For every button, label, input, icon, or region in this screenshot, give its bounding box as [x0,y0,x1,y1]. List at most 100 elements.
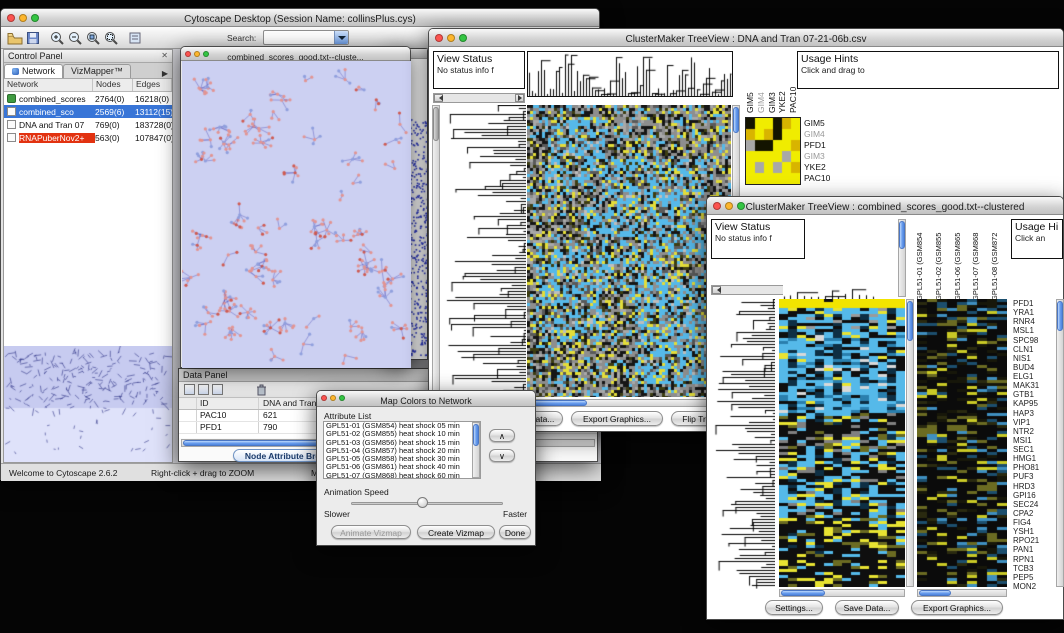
gene-label: GTB1 [1013,390,1055,399]
maximize-icon[interactable] [737,202,745,210]
selected-horizontal-scrollbar[interactable] [917,589,1007,597]
column-edges[interactable]: Edges [133,79,172,91]
view-status-panel: View Status No status info f [711,219,805,259]
network-canvas-area[interactable] [182,61,411,368]
column-dendrogram[interactable] [783,283,879,299]
view-status-text: No status info f [437,65,521,75]
column-dendrogram[interactable] [527,51,733,97]
gene-label: NIS1 [1013,354,1055,363]
subarray-row-label: PAC10 [804,173,830,184]
export-graphics-button[interactable]: Export Graphics... [911,600,1003,615]
gene-list-scrollbar[interactable] [1056,299,1064,587]
heatmap-horizontal-scrollbar[interactable] [779,589,905,597]
selected-heatmap-canvas[interactable] [917,299,1007,587]
id-column-header[interactable]: ID [197,398,259,409]
heatmap-horizontal-scrollbar[interactable] [527,399,731,407]
array-column-label: GPL51-06 (GSM865 [953,217,972,301]
close-icon[interactable] [713,202,721,210]
attribute-listbox[interactable]: GPL51-01 (GSM854) heat shock 05 minGPL51… [323,421,481,479]
slider-thumb[interactable] [417,497,428,508]
open-session-icon[interactable] [6,29,24,47]
attribute-matrix-icon[interactable] [212,384,223,395]
close-icon[interactable] [185,51,191,57]
gene-label: MON2 [1013,582,1055,591]
done-button[interactable]: Done [499,525,531,539]
tab-overflow-icon[interactable]: ▶ [158,69,172,78]
network-icon [7,107,16,116]
gene-label: GPI16 [1013,491,1055,500]
gene-label: PUF3 [1013,472,1055,481]
zoom-fit-icon[interactable] [102,29,120,47]
network-view-window[interactable]: combined_scores_good.txt--cluste... [180,46,411,368]
row-dendrogram-scrollbar[interactable] [432,105,440,397]
create-vizmap-button[interactable]: Create Vizmap [417,525,495,539]
select-attributes-icon[interactable] [184,384,195,395]
maximize-icon[interactable] [459,34,467,42]
attribute-list-item[interactable]: GPL51-07 (GSM868) heat shock 60 min [324,472,472,479]
network-list: combined_scores2764(0)16218(0)combined_s… [4,92,172,144]
settings-button[interactable]: Settings... [765,600,823,615]
gene-label: YRA1 [1013,308,1055,317]
maximize-icon[interactable] [203,51,209,57]
treeview-combined-titlebar[interactable]: ClusterMaker TreeView : combined_scores_… [707,197,1063,215]
dialog-titlebar[interactable]: Map Colors to Network [317,391,535,407]
close-icon[interactable] [435,34,443,42]
scroll-left-icon[interactable] [434,94,443,102]
scroll-left-icon[interactable] [712,286,721,294]
panel-close-icon[interactable]: ✕ [161,51,168,60]
minimize-icon[interactable] [194,51,200,57]
scroll-right-icon[interactable] [515,94,524,102]
array-column-label: GPL51-02 (GSM855 [934,217,953,301]
minimize-icon[interactable] [725,202,733,210]
top-vertical-scrollbar[interactable] [898,219,906,297]
close-icon[interactable] [321,395,327,401]
move-up-button[interactable]: ∧ [489,429,515,442]
combo-dropdown-icon[interactable] [334,31,348,44]
heatmap-canvas[interactable] [779,299,905,587]
zoom-out-icon[interactable] [66,29,84,47]
map-colors-dialog[interactable]: Map Colors to Network Attribute List GPL… [316,390,536,546]
treeview-dna-titlebar[interactable]: ClusterMaker TreeView : DNA and Tran 07-… [429,29,1063,47]
create-attribute-icon[interactable] [198,384,209,395]
treeview-combined-window[interactable]: ClusterMaker TreeView : combined_scores_… [706,196,1064,620]
attribute-list-scrollbar[interactable] [472,422,480,478]
network-list-row[interactable]: combined_scores2764(0)16218(0) [4,92,172,105]
birdseye-view[interactable] [4,346,172,462]
column-network[interactable]: Network [4,79,93,91]
subarray-heatmap[interactable] [745,117,801,185]
zoom-selected-icon[interactable] [84,29,102,47]
row-dendrogram[interactable] [442,105,526,397]
network-window-titlebar[interactable]: combined_scores_good.txt--cluste... [181,47,410,61]
network-list-row[interactable]: combined_sco2569(6)13112(15) [4,105,172,118]
column-nodes[interactable]: Nodes [93,79,133,91]
move-down-button[interactable]: ∨ [489,449,515,462]
export-graphics-button[interactable]: Export Graphics... [571,411,663,426]
close-icon[interactable] [7,14,15,22]
tab-vizmapper[interactable]: VizMapper™ [63,64,131,78]
animate-vizmap-button[interactable]: Animate Vizmap [331,525,411,539]
usage-hints-text: Click and drag to [801,65,1055,75]
save-data-button[interactable]: Save Data... [835,600,899,615]
dendrogram-h-scrollbar[interactable] [433,93,525,103]
zoom-in-icon[interactable] [48,29,66,47]
gene-label: NTR2 [1013,427,1055,436]
main-titlebar[interactable]: Cytoscape Desktop (Session Name: collins… [1,9,599,27]
network-graph-canvas[interactable] [182,61,411,368]
row-dendrogram[interactable] [711,299,775,589]
maximize-icon[interactable] [339,395,345,401]
gene-label: VIP1 [1013,418,1055,427]
heatmap-canvas[interactable] [527,105,731,397]
annotation-icon[interactable] [126,29,144,47]
minimize-icon[interactable] [19,14,27,22]
heatmap-vertical-scrollbar[interactable] [906,299,914,587]
network-list-row[interactable]: RNAPuberNov2+563(0)107847(0) [4,131,172,144]
network-list-row[interactable]: DNA and Tran 07769(0)183728(0) [4,118,172,131]
trash-icon[interactable] [254,383,268,397]
save-session-icon[interactable] [24,29,42,47]
minimize-icon[interactable] [447,34,455,42]
search-combobox[interactable] [263,30,349,45]
status-welcome: Welcome to Cytoscape 2.6.2 [9,468,118,478]
maximize-icon[interactable] [31,14,39,22]
tab-network[interactable]: Network [4,64,63,78]
minimize-icon[interactable] [330,395,336,401]
